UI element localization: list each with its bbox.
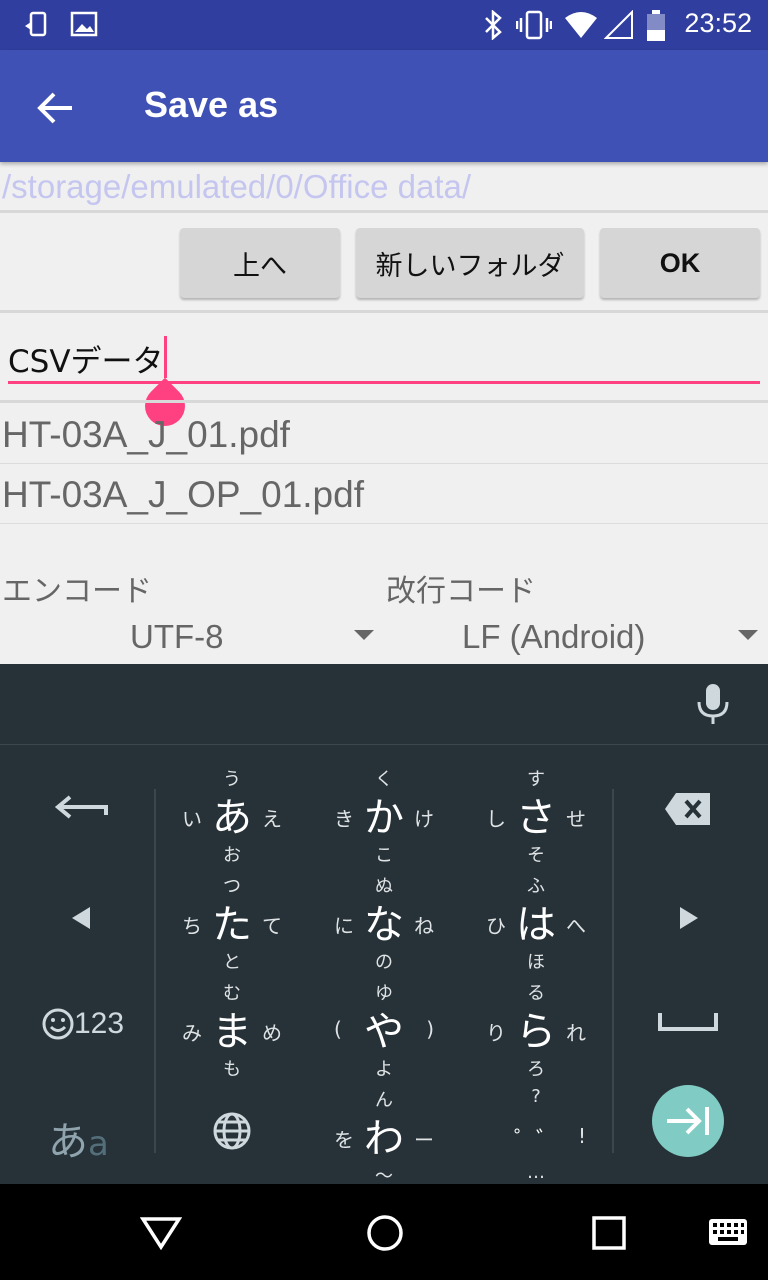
encoding-select[interactable]: UTF-8 <box>130 618 224 656</box>
input-underline <box>8 381 760 384</box>
key-left-label: き <box>334 807 354 831</box>
status-bar: 23:52 <box>0 0 768 50</box>
key-bottom-label: お <box>223 845 241 866</box>
key-bottom-label: よ <box>375 1059 393 1080</box>
microphone-icon[interactable] <box>694 682 732 730</box>
globe-icon[interactable] <box>212 1111 252 1155</box>
key-left-label: ち <box>182 914 202 938</box>
divider <box>0 463 768 464</box>
list-item-file[interactable]: HT-03A_J_01.pdf <box>2 414 290 456</box>
new-folder-button[interactable]: 新しいフォルダ <box>356 228 584 298</box>
vibrate-icon <box>515 10 553 47</box>
back-triangle-icon[interactable] <box>139 1216 183 1254</box>
cursor-right-icon[interactable] <box>678 905 700 935</box>
up-button[interactable]: 上へ <box>180 228 340 298</box>
divider <box>0 400 768 403</box>
flick-key[interactable]: むまもみめ <box>162 979 302 1085</box>
key-right-label: ) <box>426 1017 434 1041</box>
dropdown-arrow-icon[interactable] <box>354 630 374 640</box>
key-right-label: め <box>262 1021 282 1045</box>
bluetooth-icon <box>482 9 504 47</box>
hiragana-mode-label: あ <box>48 1119 88 1165</box>
navigation-bar <box>0 1184 768 1280</box>
signal-icon <box>603 9 634 47</box>
key-right-label: け <box>414 807 434 831</box>
key-left-label: し <box>486 807 506 831</box>
key-right-label: ね <box>414 914 434 938</box>
key-left-label: み <box>182 1021 202 1045</box>
key-right-label: ! <box>577 1124 586 1148</box>
key-bottom-label: そ <box>527 845 545 866</box>
number-mode-label: 123 <box>74 1007 125 1040</box>
keyboard: 123 あa うあおいえくかこきけすさそしせつたとちてぬなのにねふはほひへむまも… <box>0 744 768 1187</box>
flick-key[interactable]: すさそしせ <box>466 765 606 871</box>
key-bottom-label: … <box>527 1162 545 1183</box>
key-left-label: に <box>334 914 354 938</box>
tab-next-icon <box>667 1107 709 1135</box>
filename-input[interactable]: CSVデータ <box>8 336 164 381</box>
current-path: /storage/emulated/0/Office data/ <box>2 168 472 205</box>
key-bottom-label: の <box>375 952 393 973</box>
flick-key[interactable]: ゆやよ() <box>314 979 454 1085</box>
wifi-icon <box>564 10 598 47</box>
dropdown-arrow-icon[interactable] <box>738 630 758 640</box>
emoji-number-key[interactable]: 123 <box>42 1007 124 1041</box>
space-icon[interactable] <box>658 1011 718 1037</box>
flick-key[interactable]: ? ゜゛…! <box>466 1086 606 1192</box>
emoji-icon <box>42 1008 74 1040</box>
undo-arrow-icon[interactable] <box>52 793 108 833</box>
key-bottom-label: も <box>223 1059 241 1080</box>
battery-icon <box>646 10 666 49</box>
key-right-label: ー <box>414 1128 434 1152</box>
keyboard-switch-icon[interactable] <box>708 1218 748 1252</box>
divider <box>0 210 768 213</box>
newline-select[interactable]: LF (Android) <box>462 618 645 656</box>
keyboard-divider <box>154 789 156 1153</box>
key-right-label: れ <box>566 1021 586 1045</box>
key-right-label: て <box>262 914 282 938</box>
key-right-label: せ <box>566 807 586 831</box>
flick-key[interactable]: つたとちて <box>162 872 302 978</box>
enter-button[interactable] <box>652 1085 724 1157</box>
flick-key[interactable]: ふはほひへ <box>466 872 606 978</box>
encoding-label: エンコード <box>2 574 152 609</box>
flick-key[interactable]: ぬなのにね <box>314 872 454 978</box>
app-bar: Save as <box>0 50 768 162</box>
key-left-label: り <box>486 1021 506 1045</box>
key-right-label: え <box>262 807 282 831</box>
flick-key[interactable]: うあおいえ <box>162 765 302 871</box>
flick-key[interactable]: くかこきけ <box>314 765 454 871</box>
list-item-file[interactable]: HT-03A_J_OP_01.pdf <box>2 474 364 516</box>
ok-button[interactable]: OK <box>600 228 760 298</box>
key-left-label: ( <box>334 1017 342 1041</box>
arrow-back-icon[interactable] <box>36 88 76 128</box>
key-right-label: へ <box>566 914 586 938</box>
key-left-label: い <box>182 807 202 831</box>
divider <box>0 310 768 313</box>
key-left-label: を <box>334 1128 354 1152</box>
key-bottom-label: ほ <box>527 952 545 973</box>
text-cursor <box>164 336 167 378</box>
key-bottom-label: ろ <box>527 1059 545 1080</box>
divider <box>0 523 768 524</box>
keyboard-candidate-bar <box>0 664 768 744</box>
key-bottom-label: こ <box>375 845 393 866</box>
key-left-label: ひ <box>486 914 506 938</box>
alpha-mode-label: a <box>88 1124 109 1164</box>
keyboard-divider <box>612 789 614 1153</box>
page-title: Save as <box>144 84 279 125</box>
key-bottom-label: と <box>223 952 241 973</box>
flick-key[interactable]: んわ〜をー <box>314 1086 454 1192</box>
home-circle-icon[interactable] <box>366 1214 404 1256</box>
recents-square-icon[interactable] <box>592 1216 626 1254</box>
backspace-icon[interactable] <box>664 791 712 831</box>
cursor-left-icon[interactable] <box>70 905 92 935</box>
flick-key[interactable]: るらろりれ <box>466 979 606 1085</box>
newline-label: 改行コード <box>386 574 536 609</box>
input-mode-key[interactable]: あa <box>48 1109 109 1167</box>
image-icon <box>70 10 98 45</box>
key-top-label: ? <box>531 1086 541 1107</box>
clock: 23:52 <box>684 8 752 38</box>
screen-rotation-icon <box>22 10 50 47</box>
